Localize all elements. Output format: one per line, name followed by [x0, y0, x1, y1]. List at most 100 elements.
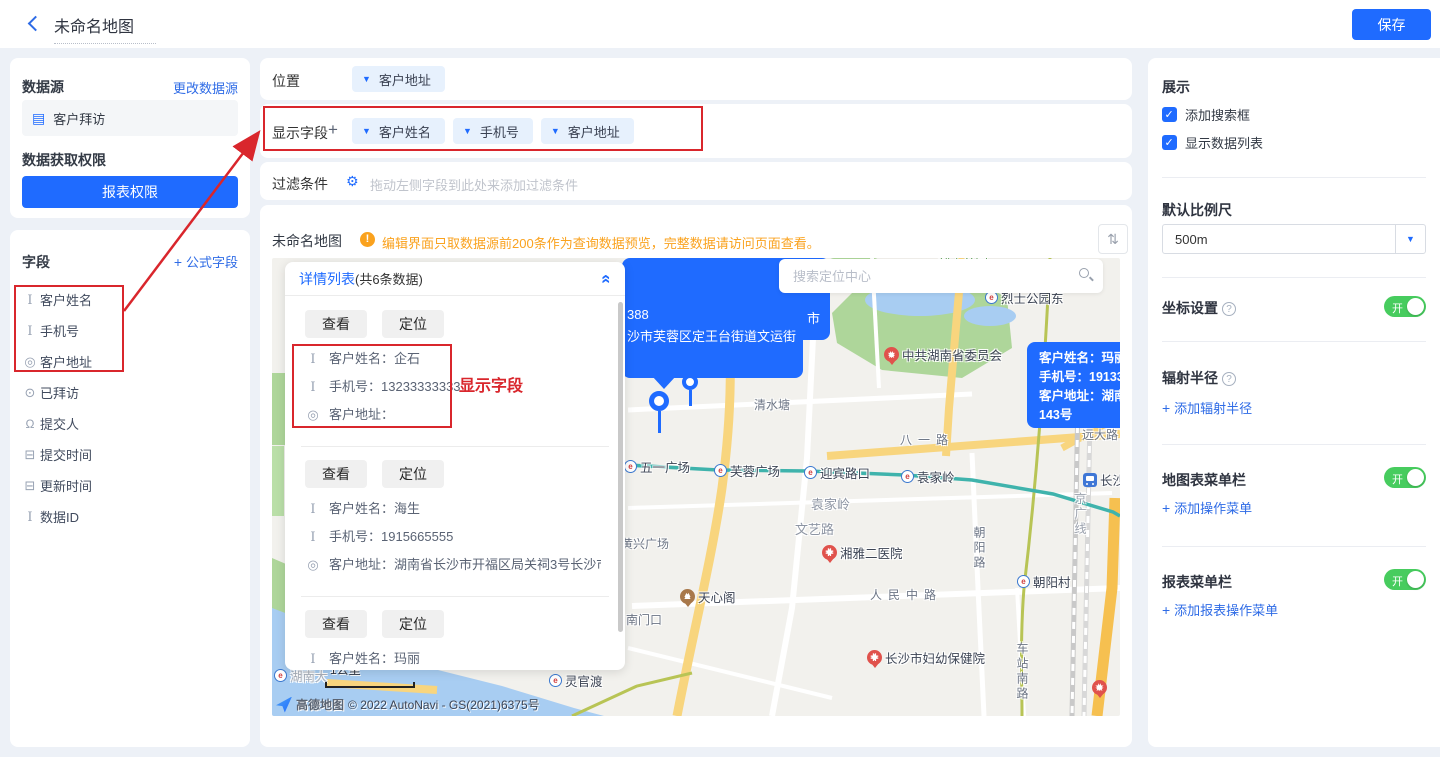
entry-field: 客户姓名：海生 [305, 501, 601, 517]
page-title[interactable]: 未命名地图 [54, 13, 156, 44]
location-icon [22, 354, 38, 370]
map-label-text: 五一广场 [640, 457, 690, 476]
locate-button[interactable]: 定位 [382, 310, 444, 338]
coord-title-text: 坐标设置 [1162, 300, 1218, 316]
entry-field-text: 客户姓名：企石 [329, 351, 420, 367]
map-label-text: 朝阳路 [971, 526, 988, 571]
popup-line: 手机号：19133 [1039, 368, 1120, 387]
search-icon[interactable] [1079, 268, 1089, 278]
map-label-text: 湘雅二医院 [840, 543, 903, 562]
coord-toggle[interactable]: 开 [1384, 296, 1426, 317]
save-button[interactable]: 保存 [1352, 9, 1431, 40]
gear-icon[interactable]: ⚙ [346, 173, 359, 190]
entry-field-text: 手机号：13233333333 [329, 379, 461, 395]
checkbox-add-searchbox[interactable]: 添加搜索框 [1162, 105, 1250, 124]
display-field-chip[interactable]: 客户姓名 [352, 118, 445, 144]
text-icon [305, 529, 321, 545]
popup-line: 客户姓名：玛丽 [1039, 349, 1120, 368]
poi-pin-icon [884, 347, 899, 362]
entry-buttons: 查看定位 [305, 610, 605, 638]
data-popup-right[interactable]: 客户姓名：玛丽 手机号：19133 客户地址：湖南 143号 [1027, 342, 1120, 428]
popup-line: 388 [627, 304, 797, 326]
view-button[interactable]: 查看 [305, 460, 367, 488]
display-section-title: 展示 [1162, 77, 1190, 97]
entry-field-text: 手机号：1915665555 [329, 529, 453, 545]
help-icon[interactable] [1222, 302, 1236, 316]
map-label-text: 灵官渡 [565, 671, 603, 690]
data-popup-front[interactable]: 388 沙市芙蓉区定王台街道文运街 [622, 294, 803, 378]
display-field-chip[interactable]: 手机号 [453, 118, 533, 144]
location-row: 位置 客户地址 [260, 58, 1132, 100]
locate-button[interactable]: 定位 [382, 610, 444, 638]
map-label-text: 迎宾路口 [804, 463, 870, 482]
checkbox-checked-icon[interactable] [1162, 135, 1177, 150]
field-list-item[interactable]: 客户地址 [22, 346, 242, 377]
add-formula-field-link[interactable]: 公式字段 [174, 252, 238, 271]
field-list-item[interactable]: 客户姓名 [22, 284, 242, 315]
report-menu-toggle[interactable]: 开 [1384, 569, 1426, 590]
add-radius-link[interactable]: 添加辐射半径 [1162, 398, 1252, 417]
entry-field: 手机号：13233333333 [305, 379, 601, 395]
back-icon[interactable] [28, 16, 44, 32]
field-list-item[interactable]: 更新时间 [22, 470, 242, 501]
report-permission-button[interactable]: 报表权限 [22, 176, 238, 208]
map-menu-toggle[interactable]: 开 [1384, 467, 1426, 488]
view-button[interactable]: 查看 [305, 610, 367, 638]
entry-field-text: 客户姓名：玛丽 [329, 651, 420, 667]
map-label-text: 人民中路 [870, 586, 942, 603]
map-attribution: 高德地图 © 2022 AutoNavi - GS(2021)6375号 [276, 696, 540, 713]
sort-button[interactable] [1098, 224, 1128, 254]
default-scale-select[interactable]: 500m [1162, 224, 1426, 254]
toggle-knob [1407, 469, 1424, 486]
map-label-text: 中共湖南省委员会 [902, 345, 1002, 364]
field-list-item[interactable]: 数据ID [22, 501, 242, 532]
scrollbar[interactable] [618, 302, 623, 632]
add-map-menu-link[interactable]: 添加操作菜单 [1162, 498, 1252, 517]
collapse-icon[interactable] [596, 274, 616, 283]
map-label-text: 南门口 [626, 611, 662, 628]
checkbox-checked-icon[interactable] [1162, 107, 1177, 122]
map-label-text: 芙蓉广场 [714, 461, 780, 480]
field-list-item[interactable]: 提交人 [22, 408, 242, 439]
user-icon [22, 416, 38, 431]
checkbox-label: 显示数据列表 [1185, 133, 1263, 152]
radio-icon [22, 385, 38, 401]
warning-icon: ! [360, 232, 375, 247]
map-marker-pin[interactable] [682, 374, 698, 406]
report-menu-section-title: 报表菜单栏 [1162, 572, 1232, 592]
checkbox-show-datalist[interactable]: 显示数据列表 [1162, 133, 1263, 152]
text-icon [305, 501, 321, 517]
map-viewport[interactable]: 烈士公园烈士公园东中共湖南省委员会清水塘八一路远大路五一广场芙蓉广场迎宾路口袁家… [272, 258, 1120, 716]
text-icon [22, 509, 38, 525]
add-display-field-button[interactable]: + [328, 120, 338, 140]
landmark-icon [680, 589, 695, 604]
popup-line: 客户地址：湖南 [1039, 387, 1120, 406]
datasource-item[interactable]: ▤ 客户拜访 [22, 100, 238, 136]
divider [1162, 546, 1426, 547]
map-menu-section-title: 地图表菜单栏 [1162, 470, 1246, 490]
locate-button[interactable]: 定位 [382, 460, 444, 488]
coord-section-title: 坐标设置 [1162, 298, 1236, 318]
change-datasource-link[interactable]: 更改数据源 [173, 78, 238, 97]
search-input[interactable] [793, 259, 1063, 293]
field-list-item[interactable]: 提交时间 [22, 439, 242, 470]
warning-text: 编辑界面只取数据源前200条作为查询数据预览，完整数据请访问页面查看。 [382, 233, 820, 252]
datasource-panel: 数据源 更改数据源 ▤ 客户拜访 数据获取权限 报表权限 [10, 58, 250, 218]
field-list-item[interactable]: 手机号 [22, 315, 242, 346]
text-icon [22, 323, 38, 339]
field-list-item[interactable]: 已拜访 [22, 377, 242, 408]
star-pin-icon [1092, 680, 1107, 695]
map-marker-pin[interactable] [649, 391, 669, 433]
map-label-text: 京广线 [1072, 492, 1089, 537]
hospital-icon [822, 545, 837, 560]
help-icon[interactable] [1222, 372, 1236, 386]
toggle-on-label: 开 [1392, 300, 1403, 316]
add-report-menu-link[interactable]: 添加报表操作菜单 [1162, 600, 1278, 619]
view-button[interactable]: 查看 [305, 310, 367, 338]
amap-logo-text: 高德地图 [296, 696, 344, 713]
location-field-chip[interactable]: 客户地址 [352, 66, 445, 92]
display-field-chip[interactable]: 客户地址 [541, 118, 634, 144]
map-label-text: 八一路 [900, 431, 954, 448]
document-icon: ▤ [32, 110, 45, 127]
detail-list-count: (共6条数据) [355, 269, 423, 288]
